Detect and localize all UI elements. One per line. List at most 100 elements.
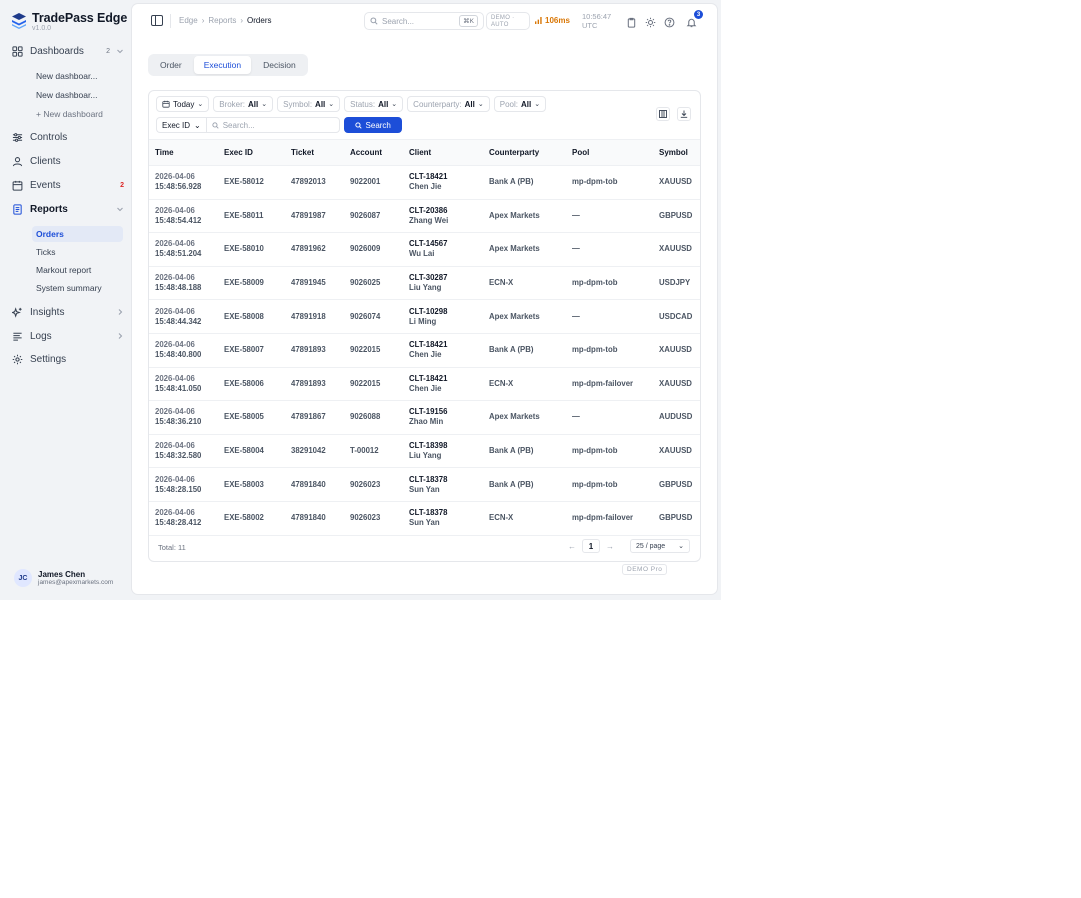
broker-filter[interactable]: Broker: All ⌄ — [213, 96, 274, 112]
cell-client[interactable]: CLT-30287 Liu Yang — [403, 266, 483, 301]
breadcrumb-edge[interactable]: Edge — [179, 16, 198, 25]
cell-client-name: Chen Jie — [409, 383, 442, 393]
report-item-orders[interactable]: Orders — [32, 226, 123, 242]
cell-client[interactable]: CLT-18421 Chen Jie — [403, 165, 483, 200]
table-row[interactable]: 2026-04-06 15:48:36.210 EXE-58005 47891867 9… — [149, 400, 700, 435]
nav-settings[interactable]: Settings — [12, 350, 124, 368]
search-field-select[interactable]: Exec ID ⌄ — [156, 117, 206, 133]
cell-exec-id[interactable]: EXE-58009 — [218, 266, 285, 301]
cell-client[interactable]: CLT-18378 Sun Yan — [403, 467, 483, 502]
status-filter[interactable]: Status: All ⌄ — [344, 96, 404, 112]
cell-client[interactable]: CLT-18378 Sun Yan — [403, 501, 483, 536]
page-number[interactable]: 1 — [582, 539, 600, 553]
symbol-filter[interactable]: Symbol: All ⌄ — [277, 96, 341, 112]
cell-symbol: GBPUSD — [653, 467, 700, 502]
page-size-select[interactable]: 25 / page ⌄ — [630, 539, 690, 553]
cell-client[interactable]: CLT-20386 Zhang Wei — [403, 199, 483, 234]
breadcrumb-reports[interactable]: Reports — [208, 16, 236, 25]
shortcut-hint: ⌘K — [459, 15, 478, 27]
tab-order[interactable]: Order — [150, 56, 192, 74]
clipboard-icon[interactable] — [626, 15, 637, 28]
col-counterparty[interactable]: Counterparty — [483, 139, 566, 166]
cell-pool: mp-dpm-tob — [566, 266, 653, 301]
cell-client[interactable]: CLT-18398 Liu Yang — [403, 434, 483, 469]
cell-client[interactable]: CLT-19156 Zhao Min — [403, 400, 483, 435]
cell-exec-id[interactable]: EXE-58002 — [218, 501, 285, 536]
cell-client[interactable]: CLT-14567 Wu Lai — [403, 232, 483, 267]
nav-clients[interactable]: Clients — [12, 152, 124, 170]
table-row[interactable]: 2026-04-06 15:48:51.204 EXE-58010 47891962 9… — [149, 232, 700, 267]
table-footer: Total: 11 ← 1 → 25 / page ⌄ — [149, 533, 700, 561]
cell-client[interactable]: CLT-18421 Chen Jie — [403, 367, 483, 402]
tab-decision[interactable]: Decision — [253, 56, 306, 74]
cell-clock: 15:48:44.342 — [155, 316, 202, 326]
table-row[interactable]: 2026-04-06 15:48:54.412 EXE-58011 47891987 9… — [149, 199, 700, 234]
col-symbol[interactable]: Symbol — [653, 139, 700, 166]
help-icon[interactable] — [664, 15, 675, 28]
nav-dashboards[interactable]: Dashboards 2 — [12, 42, 124, 60]
cell-client[interactable]: CLT-18421 Chen Jie — [403, 333, 483, 368]
col-time[interactable]: Time — [149, 139, 218, 166]
cell-exec-id[interactable]: EXE-58008 — [218, 299, 285, 334]
nav-controls[interactable]: Controls — [12, 128, 124, 146]
cell-clock: 15:48:28.412 — [155, 518, 202, 528]
gear-icon — [12, 354, 23, 365]
report-item-system-summary[interactable]: System summary — [32, 280, 123, 296]
report-item-markout[interactable]: Markout report — [32, 262, 123, 278]
cell-exec-id[interactable]: EXE-58005 — [218, 400, 285, 435]
cell-clock: 15:48:56.928 — [155, 182, 202, 192]
table-row[interactable]: 2026-04-06 15:48:41.050 EXE-58006 47891893 9… — [149, 367, 700, 402]
table-row[interactable]: 2026-04-06 15:48:48.188 EXE-58009 47891945 9… — [149, 266, 700, 301]
cell-exec-id[interactable]: EXE-58011 — [218, 199, 285, 234]
mode-indicator[interactable]: DEMO · AUTO — [486, 12, 530, 30]
col-client[interactable]: Client — [403, 139, 483, 166]
table-row[interactable]: 2026-04-06 15:48:32.580 EXE-58004 38291042 T… — [149, 434, 700, 469]
col-exec-id[interactable]: Exec ID — [218, 139, 285, 166]
prev-page-button[interactable]: ← — [568, 542, 576, 551]
cell-exec-id[interactable]: EXE-58012 — [218, 165, 285, 200]
table-row[interactable]: 2026-04-06 15:48:56.928 EXE-58012 47892013 9… — [149, 165, 700, 200]
cell-time: 2026-04-06 15:48:54.412 — [149, 199, 218, 234]
cell-exec-id[interactable]: EXE-58007 — [218, 333, 285, 368]
pool-filter[interactable]: Pool: All ⌄ — [493, 96, 547, 112]
columns-icon[interactable] — [656, 107, 670, 121]
cell-client[interactable]: CLT-10298 Li Ming — [403, 299, 483, 334]
date-filter[interactable]: Today ⌄ — [156, 96, 210, 112]
table-row[interactable]: 2026-04-06 15:48:28.150 EXE-58003 47891840 9… — [149, 467, 700, 502]
cell-symbol: USDCAD — [653, 299, 700, 334]
brand: TradePass Edge v1.0.0 — [12, 11, 127, 32]
col-account[interactable]: Account — [344, 139, 403, 166]
report-item-ticks[interactable]: Ticks — [32, 244, 123, 260]
exec-search-input[interactable]: Search... — [205, 117, 340, 133]
nav-insights[interactable]: Insights — [12, 303, 124, 321]
tab-execution[interactable]: Execution — [193, 56, 252, 74]
global-search-placeholder: Search... — [382, 16, 415, 26]
cell-exec-id[interactable]: EXE-58006 — [218, 367, 285, 402]
cell-exec-id[interactable]: EXE-58003 — [218, 467, 285, 502]
sun-icon[interactable] — [645, 15, 656, 28]
new-dashboard-link[interactable]: + New dashboard — [32, 106, 123, 122]
col-pool[interactable]: Pool — [566, 139, 653, 166]
dashboard-item[interactable]: New dashboar... — [32, 68, 123, 84]
next-page-button[interactable]: → — [606, 542, 614, 551]
cell-client-id: CLT-14567 — [409, 239, 448, 249]
table-body: 2026-04-06 15:48:56.928 EXE-58012 47892013 9… — [149, 165, 700, 536]
counterparty-filter[interactable]: Counterparty: All ⌄ — [407, 96, 490, 112]
user-profile[interactable]: JC James Chen james@apexmarkets.com — [14, 569, 113, 587]
search-button[interactable]: Search — [343, 117, 402, 133]
col-ticket[interactable]: Ticket — [285, 139, 344, 166]
cell-exec-id[interactable]: EXE-58004 — [218, 434, 285, 469]
sidebar-toggle-icon[interactable] — [151, 15, 163, 26]
symbol-filter-value: All — [315, 99, 326, 109]
nav-logs[interactable]: Logs — [12, 327, 124, 345]
dashboard-item[interactable]: New dashboar... — [32, 87, 123, 103]
logs-icon — [12, 331, 23, 342]
cell-exec-id[interactable]: EXE-58010 — [218, 232, 285, 267]
table-row[interactable]: 2026-04-06 15:48:40.800 EXE-58007 47891893 9… — [149, 333, 700, 368]
nav-events[interactable]: Events 2 — [12, 176, 124, 194]
nav-reports[interactable]: Reports — [12, 200, 124, 218]
table-row[interactable]: 2026-04-06 15:48:44.342 EXE-58008 47891918 9… — [149, 299, 700, 334]
global-search-input[interactable]: Search... ⌘K — [364, 12, 484, 30]
table-row[interactable]: 2026-04-06 15:48:28.412 EXE-58002 47891840 9… — [149, 501, 700, 536]
download-icon[interactable] — [677, 107, 691, 121]
